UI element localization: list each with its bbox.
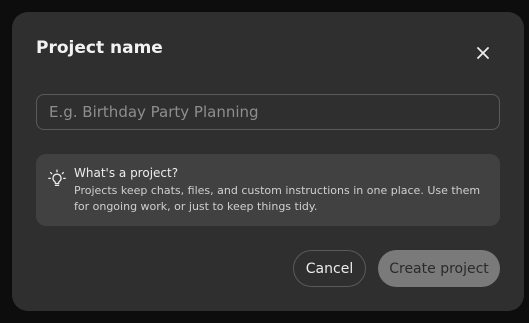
project-info-box: What's a project? Projects keep chats, f…	[36, 154, 500, 226]
info-body: Projects keep chats, files, and custom i…	[74, 184, 481, 213]
dialog-title: Project name	[36, 38, 163, 58]
lightbulb-icon	[48, 169, 66, 187]
create-project-button[interactable]: Create project	[378, 250, 500, 287]
project-name-dialog: Project name What's a project? Projects …	[12, 12, 524, 311]
cancel-button[interactable]: Cancel	[293, 250, 366, 287]
close-icon	[477, 47, 489, 59]
info-heading: What's a project?	[74, 166, 179, 180]
project-name-field[interactable]	[36, 94, 500, 130]
project-name-input[interactable]	[37, 95, 499, 129]
close-button[interactable]	[471, 41, 495, 65]
